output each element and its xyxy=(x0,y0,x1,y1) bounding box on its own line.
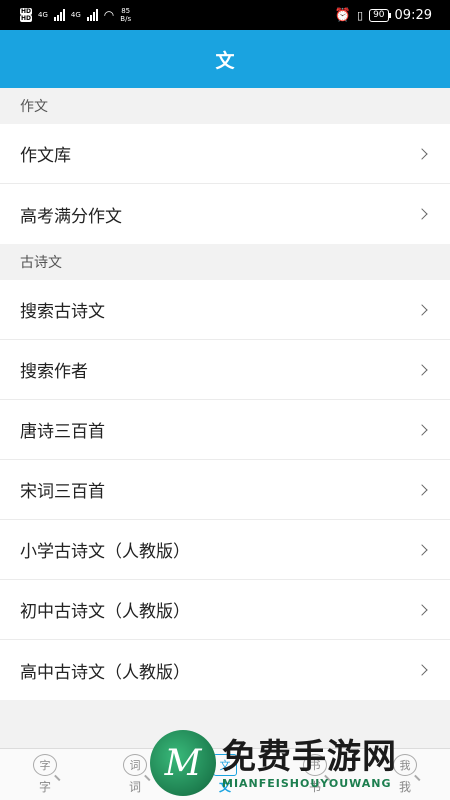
hd-icon: HD HD xyxy=(20,8,33,22)
page-title: 文 xyxy=(215,49,235,72)
chevron-right-icon xyxy=(416,423,428,436)
list-item-label: 高考满分作文 xyxy=(20,206,122,227)
list-item-label: 搜索古诗文 xyxy=(20,302,105,322)
network-speed: 85 B/s xyxy=(120,7,131,23)
title-bar: 文 xyxy=(0,30,450,88)
network-type-2: 4G xyxy=(70,11,81,19)
section-header-zuowen: 作文 xyxy=(0,88,450,124)
section-title: 古诗文 xyxy=(20,255,62,271)
tab-ci[interactable]: 词 词 xyxy=(105,754,165,795)
list-item-song-ci[interactable]: 宋词三百首 xyxy=(0,460,450,520)
list-item-label: 宋词三百首 xyxy=(20,482,105,502)
chevron-right-icon xyxy=(416,483,428,496)
list-item-search-author[interactable]: 搜索作者 xyxy=(0,340,450,400)
chevron-right-icon xyxy=(416,208,428,220)
network-type-1: 4G xyxy=(38,11,48,19)
list-item-label: 初中古诗文（人教版） xyxy=(20,602,190,622)
chevron-right-icon xyxy=(416,147,428,160)
tab-zi[interactable]: 字 字 xyxy=(15,754,75,795)
list-item-gaokao-manfen[interactable]: 高考满分作文 xyxy=(0,184,450,244)
bottom-nav: 字 字 词 词 文 文 书 书 我 我 xyxy=(0,748,450,800)
section-list-gushiwen: 搜索古诗文 搜索作者 唐诗三百首 宋词三百首 小学古诗文（人教版） 初中古诗文（… xyxy=(0,280,450,700)
list-item-high-poems[interactable]: 高中古诗文（人教版） xyxy=(0,640,450,700)
list-item-primary-poems[interactable]: 小学古诗文（人教版） xyxy=(0,520,450,580)
list-item-label: 搜索作者 xyxy=(20,362,88,382)
content: 作文 作文库 高考满分作文 古诗文 搜索古诗文 搜索作者 唐诗三百首 宋词三百首 xyxy=(0,88,450,700)
battery-icon: 90 xyxy=(369,8,392,22)
tab-label: 书 xyxy=(308,780,321,794)
tab-wen[interactable]: 文 文 xyxy=(195,754,255,795)
magnifier-ci-icon: 词 xyxy=(123,754,147,776)
hd-label-1: HD xyxy=(20,8,33,15)
book-icon: 书 xyxy=(303,754,327,776)
tab-label: 字 xyxy=(38,780,51,794)
section-list-zuowen: 作文库 高考满分作文 xyxy=(0,124,450,244)
signal-icon xyxy=(53,9,65,21)
chevron-right-icon xyxy=(416,543,428,556)
section-header-gushiwen: 古诗文 xyxy=(0,244,450,280)
tab-shu[interactable]: 书 书 xyxy=(285,754,345,795)
signal-icon-2 xyxy=(86,9,98,21)
list-item-label: 唐诗三百首 xyxy=(20,422,105,442)
list-item-middle-poems[interactable]: 初中古诗文（人教版） xyxy=(0,580,450,640)
chevron-right-icon xyxy=(416,664,428,676)
status-bar: HD HD 4G 4G ◠ 85 B/s ⏰ ▯ 90 09:29 xyxy=(0,0,450,30)
chevron-right-icon xyxy=(416,363,428,376)
status-left: HD HD 4G 4G ◠ 85 B/s xyxy=(20,7,131,23)
wifi-icon: ◠ xyxy=(103,8,115,22)
chevron-right-icon xyxy=(416,603,428,616)
list-item-label: 高中古诗文（人教版） xyxy=(20,662,190,683)
user-icon: 我 xyxy=(393,754,417,776)
hd-label-2: HD xyxy=(20,15,33,22)
section-title: 作文 xyxy=(20,99,48,115)
document-icon: 文 xyxy=(213,754,237,776)
tab-label: 我 xyxy=(398,780,411,794)
speed-value: 85 xyxy=(121,7,131,15)
alarm-icon: ⏰ xyxy=(334,7,352,23)
chevron-right-icon xyxy=(416,303,428,316)
list-item-search-poems[interactable]: 搜索古诗文 xyxy=(0,280,450,340)
status-right: ⏰ ▯ 90 09:29 xyxy=(335,8,432,23)
list-item-label: 小学古诗文（人教版） xyxy=(20,542,190,562)
clock: 09:29 xyxy=(394,7,432,23)
magnifier-zi-icon: 字 xyxy=(33,754,57,776)
tab-wo[interactable]: 我 我 xyxy=(375,754,435,795)
vibrate-icon: ▯ xyxy=(357,8,364,22)
tab-label: 文 xyxy=(218,780,231,794)
speed-unit: B/s xyxy=(120,15,132,23)
tab-label: 词 xyxy=(128,780,141,794)
list-item-zuowenku[interactable]: 作文库 xyxy=(0,124,450,184)
list-item-label: 作文库 xyxy=(20,146,71,166)
list-item-tang-poems[interactable]: 唐诗三百首 xyxy=(0,400,450,460)
